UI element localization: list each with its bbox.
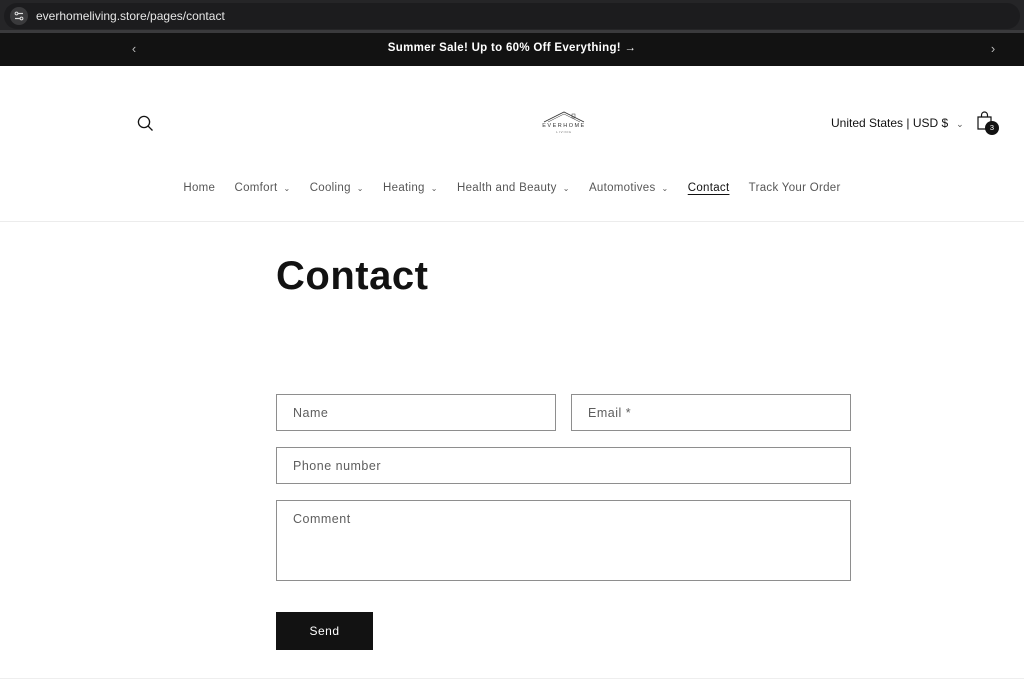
name-field[interactable] bbox=[277, 395, 555, 430]
email-field-wrapper bbox=[571, 394, 851, 431]
store-logo[interactable]: EVERHOME LIVING bbox=[538, 110, 590, 136]
nav-label: Track Your Order bbox=[748, 182, 841, 194]
locale-label: United States | USD $ bbox=[831, 116, 949, 130]
nav-label: Contact bbox=[687, 182, 730, 194]
nav-label: Health and Beauty bbox=[456, 182, 557, 194]
browser-address-bar: everhomeliving.store/pages/contact bbox=[0, 0, 1024, 33]
main-nav: Home Comfort ⌄ Cooling ⌄ Heating ⌄ Health a… bbox=[0, 182, 1024, 194]
comment-field-wrapper bbox=[276, 500, 851, 581]
chevron-down-icon: ⌄ bbox=[430, 184, 438, 193]
nav-label: Automotives bbox=[588, 182, 656, 194]
site-header: EVERHOME LIVING United States | USD $ ⌄ 3… bbox=[0, 66, 1024, 222]
announcement-next-icon[interactable]: › bbox=[985, 41, 1001, 57]
nav-item-automotives[interactable]: Automotives ⌄ bbox=[589, 182, 669, 194]
chevron-down-icon: ⌄ bbox=[356, 184, 364, 193]
logo-text: EVERHOME bbox=[542, 123, 586, 129]
logo-subtext: LIVING bbox=[556, 130, 572, 134]
cart-button[interactable]: 3 bbox=[975, 110, 999, 136]
send-button[interactable]: Send bbox=[276, 612, 373, 650]
chevron-down-icon: ⌄ bbox=[661, 184, 669, 193]
cart-count-badge: 3 bbox=[985, 121, 999, 135]
nav-item-health-and-beauty[interactable]: Health and Beauty ⌄ bbox=[457, 182, 570, 194]
nav-label: Home bbox=[183, 182, 216, 194]
nav-item-contact[interactable]: Contact bbox=[688, 182, 730, 194]
footer-divider bbox=[0, 678, 1024, 679]
house-roof-icon bbox=[543, 111, 585, 123]
comment-field[interactable] bbox=[277, 501, 850, 580]
chevron-down-icon: ⌄ bbox=[562, 184, 570, 193]
chevron-down-icon: ⌄ bbox=[283, 184, 291, 193]
search-icon[interactable] bbox=[136, 114, 156, 134]
chevron-down-icon: ⌄ bbox=[956, 119, 964, 129]
announcement-bar: ‹ Summer Sale! Up to 60% Off Everything!… bbox=[0, 33, 1024, 66]
email-field[interactable] bbox=[572, 395, 850, 430]
nav-label: Cooling bbox=[309, 182, 351, 194]
page-title: Contact bbox=[276, 254, 429, 298]
phone-field[interactable] bbox=[277, 448, 850, 483]
url-field[interactable]: everhomeliving.store/pages/contact bbox=[4, 3, 1020, 29]
nav-label: Comfort bbox=[234, 182, 278, 194]
announcement-text[interactable]: Summer Sale! Up to 60% Off Everything! → bbox=[0, 42, 1024, 54]
nav-item-cooling[interactable]: Cooling ⌄ bbox=[310, 182, 364, 194]
nav-item-track-your-order[interactable]: Track Your Order bbox=[749, 182, 841, 194]
nav-item-home[interactable]: Home bbox=[183, 182, 215, 194]
nav-item-heating[interactable]: Heating ⌄ bbox=[383, 182, 438, 194]
nav-item-comfort[interactable]: Comfort ⌄ bbox=[234, 182, 290, 194]
name-field-wrapper bbox=[276, 394, 556, 431]
site-settings-icon[interactable] bbox=[10, 7, 28, 25]
nav-label: Heating bbox=[383, 182, 425, 194]
url-text[interactable]: everhomeliving.store/pages/contact bbox=[36, 9, 225, 23]
country-currency-selector[interactable]: United States | USD $ ⌄ bbox=[831, 116, 964, 130]
phone-field-wrapper bbox=[276, 447, 851, 484]
